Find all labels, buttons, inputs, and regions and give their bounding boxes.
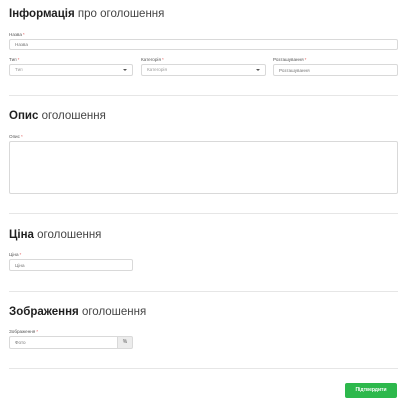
- section-divider: [9, 291, 398, 292]
- section-divider: [9, 95, 398, 96]
- required-mark: *: [304, 57, 307, 62]
- price-title-bold: Ціна: [9, 229, 34, 241]
- required-mark: *: [36, 329, 39, 334]
- price-section-title: Ціна оголошення: [9, 229, 101, 241]
- category-select[interactable]: Категорія: [141, 64, 266, 76]
- description-section-title: Опис оголошення: [9, 110, 106, 122]
- images-title-light: оголошення: [81, 306, 147, 318]
- info-title-light: про оголошення: [77, 8, 165, 20]
- images-label: Зображення*: [9, 329, 38, 334]
- section-divider: [9, 213, 398, 214]
- description-label: Опис*: [9, 134, 23, 139]
- images-addon[interactable]: %: [118, 336, 133, 349]
- required-mark: *: [20, 134, 23, 139]
- type-label-text: Тип: [9, 57, 17, 62]
- location-input[interactable]: [273, 64, 398, 76]
- type-select[interactable]: Тип: [9, 64, 133, 76]
- location-label: Розташування*: [273, 57, 306, 62]
- name-label-text: Назва: [9, 32, 22, 37]
- images-title-bold: Зображення: [9, 306, 79, 318]
- description-label-text: Опис: [9, 134, 20, 139]
- images-input[interactable]: [9, 336, 118, 349]
- description-textarea[interactable]: [9, 141, 398, 194]
- name-label: Назва*: [9, 32, 25, 37]
- price-label-text: Ціна: [9, 252, 19, 257]
- description-title-bold: Опис: [9, 110, 39, 122]
- type-select-placeholder: Тип: [15, 67, 23, 72]
- price-title-light: оголошення: [37, 229, 102, 241]
- required-mark: *: [161, 57, 164, 62]
- category-label-text: Категорія: [141, 57, 161, 62]
- price-input[interactable]: [9, 259, 133, 271]
- required-mark: *: [19, 252, 22, 257]
- description-title-light: оголошення: [41, 110, 106, 122]
- submit-button[interactable]: Підтвердити: [345, 383, 397, 398]
- category-select-placeholder: Категорія: [147, 67, 167, 72]
- location-label-text: Розташування: [273, 57, 304, 62]
- info-title-bold: Інформація: [9, 8, 75, 20]
- category-label: Категорія*: [141, 57, 164, 62]
- name-input[interactable]: [9, 39, 398, 50]
- images-label-text: Зображення: [9, 329, 36, 334]
- section-divider: [9, 368, 398, 369]
- type-label: Тип*: [9, 57, 19, 62]
- price-label: Ціна*: [9, 252, 21, 257]
- required-mark: *: [17, 57, 20, 62]
- info-section-title: Інформація про оголошення: [9, 8, 164, 20]
- images-section-title: Зображення оголошення: [9, 306, 146, 318]
- required-mark: *: [22, 32, 25, 37]
- chevron-down-icon: [256, 69, 260, 71]
- chevron-down-icon: [123, 69, 127, 71]
